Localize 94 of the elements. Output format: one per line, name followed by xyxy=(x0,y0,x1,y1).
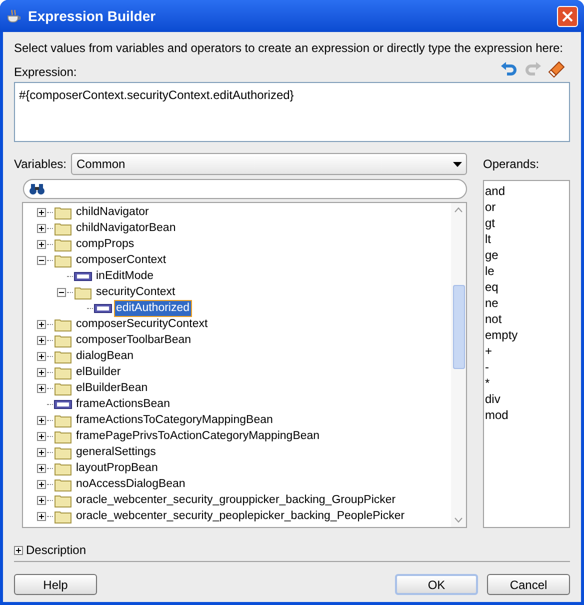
expand-icon[interactable] xyxy=(37,416,46,424)
operand-item[interactable]: ge xyxy=(484,247,569,263)
folder-icon xyxy=(54,236,72,252)
operands-label: Operands: xyxy=(483,156,540,173)
folder-icon xyxy=(54,316,72,332)
operand-item[interactable]: empty xyxy=(484,327,569,343)
tree-item[interactable]: oracle_webcenter_security_peoplepicker_backing_PeoplePicker xyxy=(75,508,406,524)
eraser-icon[interactable] xyxy=(548,60,566,78)
tree-item[interactable]: compProps xyxy=(75,236,136,252)
tree-item[interactable]: composerContext xyxy=(75,252,168,268)
operand-item[interactable]: not xyxy=(484,311,569,327)
tree-item[interactable]: framePagePrivsToActionCategoryMappingBean xyxy=(75,428,321,444)
variable-icon xyxy=(94,304,112,312)
dialog-button[interactable]: Cancel xyxy=(487,574,570,595)
dialog-button[interactable]: Help xyxy=(14,574,97,595)
expand-icon[interactable] xyxy=(14,546,23,554)
expand-icon[interactable] xyxy=(37,240,46,248)
operand-item[interactable]: mod xyxy=(484,407,569,423)
folder-icon xyxy=(54,380,72,396)
folder-icon xyxy=(54,476,72,492)
close-button[interactable] xyxy=(557,6,578,26)
scrollbar[interactable] xyxy=(451,203,466,527)
folder-icon xyxy=(54,492,72,508)
expand-icon[interactable] xyxy=(37,352,46,360)
operand-item[interactable]: lt xyxy=(484,231,569,247)
tree-item[interactable]: generalSettings xyxy=(75,444,157,460)
operand-item[interactable]: eq xyxy=(484,279,569,295)
tree-item[interactable]: layoutPropBean xyxy=(75,460,159,476)
folder-icon xyxy=(54,332,72,348)
tree-item[interactable]: editAuthorized xyxy=(115,300,191,316)
dialog-button[interactable]: OK xyxy=(395,574,478,595)
expand-icon[interactable] xyxy=(37,432,46,440)
scroll-thumb[interactable] xyxy=(452,285,464,369)
folder-icon xyxy=(54,204,72,220)
cup-icon xyxy=(6,8,22,24)
expand-icon[interactable] xyxy=(37,480,46,488)
tree-item[interactable]: composerToolbarBean xyxy=(75,332,192,348)
variable-icon xyxy=(74,272,92,280)
folder-icon xyxy=(54,348,72,364)
folder-icon xyxy=(54,444,72,460)
operand-item[interactable]: ne xyxy=(484,295,569,311)
folder-icon xyxy=(54,412,72,428)
collapse-icon[interactable] xyxy=(37,256,46,264)
operand-item[interactable]: div xyxy=(484,391,569,407)
instruction-text: Select values from variables and operators to create an expression or directly type the expression here: xyxy=(14,40,564,56)
folder-icon xyxy=(54,252,72,268)
operand-item[interactable]: * xyxy=(484,375,569,391)
caret-icon xyxy=(453,162,462,166)
undo-icon[interactable] xyxy=(500,60,518,78)
tree-item[interactable]: childNavigator xyxy=(75,204,150,220)
folder-icon xyxy=(54,364,72,380)
expand-icon[interactable] xyxy=(37,320,46,328)
expand-icon[interactable] xyxy=(37,336,46,344)
tree-item[interactable]: noAccessDialogBean xyxy=(75,476,186,492)
tree-item[interactable]: frameActionsToCategoryMappingBean xyxy=(75,412,274,428)
expand-icon[interactable] xyxy=(37,512,46,520)
expand-icon[interactable] xyxy=(37,224,46,232)
expand-icon[interactable] xyxy=(37,464,46,472)
close-icon xyxy=(562,10,573,22)
tree-item[interactable]: elBuilderBean xyxy=(75,380,149,396)
tree-item[interactable]: inEditMode xyxy=(95,268,155,284)
operand-item[interactable]: le xyxy=(484,263,569,279)
binoculars-icon xyxy=(29,183,45,195)
operand-item[interactable]: - xyxy=(484,359,569,375)
expression-label: Expression: xyxy=(14,64,78,81)
tree-item[interactable]: childNavigatorBean xyxy=(75,220,177,236)
expand-icon[interactable] xyxy=(37,368,46,376)
expand-icon[interactable] xyxy=(37,384,46,392)
expand-icon[interactable] xyxy=(37,496,46,504)
expand-icon[interactable] xyxy=(37,208,46,216)
tree-item[interactable]: securityContext xyxy=(95,284,176,300)
variables-label: Variables: xyxy=(14,156,66,173)
folder-icon xyxy=(54,220,72,236)
tree-item[interactable]: elBuilder xyxy=(75,364,122,380)
folder-icon xyxy=(54,460,72,476)
folder-icon xyxy=(74,284,92,300)
operand-item[interactable]: or xyxy=(484,199,569,215)
search-field[interactable] xyxy=(23,179,467,199)
tree-item[interactable]: oracle_webcenter_security_grouppicker_backing_GroupPicker xyxy=(75,492,397,508)
folder-icon xyxy=(54,428,72,444)
expression-field[interactable]: #{composerContext.securityContext.editAuthorized} xyxy=(14,82,570,142)
tree-item[interactable]: dialogBean xyxy=(75,348,135,364)
collapse-icon[interactable] xyxy=(57,288,66,296)
operand-item[interactable]: + xyxy=(484,343,569,359)
variable-icon xyxy=(54,400,72,408)
expand-icon[interactable] xyxy=(37,448,46,456)
tree-item[interactable]: frameActionsBean xyxy=(75,396,171,412)
folder-icon xyxy=(54,508,72,524)
window-title: Expression Builder xyxy=(28,6,157,26)
variables-dropdown[interactable]: Common xyxy=(71,153,467,175)
description-toggle[interactable]: Description xyxy=(26,541,86,559)
tree-item[interactable]: composerSecurityContext xyxy=(75,316,209,332)
operand-item[interactable]: gt xyxy=(484,215,569,231)
operand-item[interactable]: and xyxy=(484,183,569,199)
